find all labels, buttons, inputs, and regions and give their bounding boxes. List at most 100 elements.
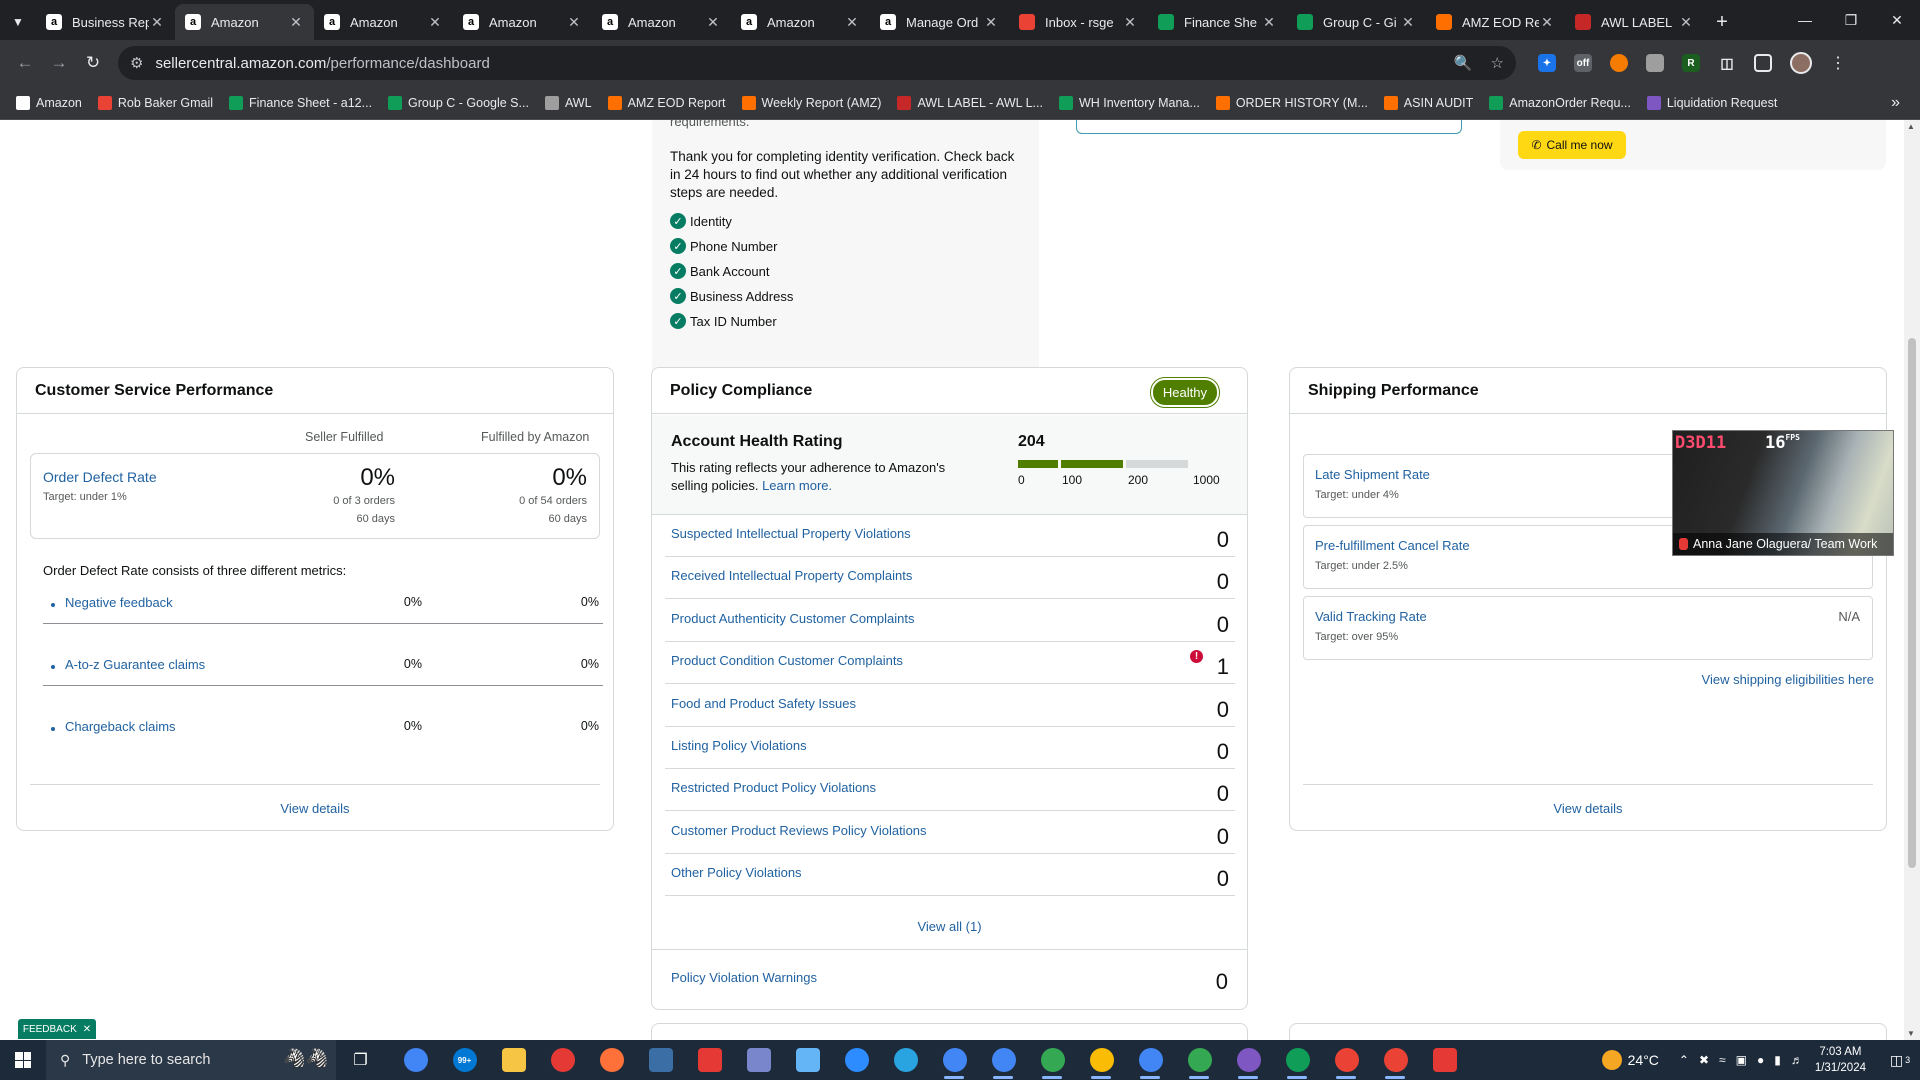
taskbar-app[interactable] bbox=[979, 1040, 1028, 1080]
taskbar-app[interactable] bbox=[881, 1040, 930, 1080]
violation-link[interactable]: Received Intellectual Property Complaint… bbox=[671, 568, 912, 583]
bookmark-item[interactable]: AWL LABEL - AWL L... bbox=[889, 95, 1051, 110]
learn-more-link[interactable]: Learn more. bbox=[762, 478, 832, 493]
extension-off-icon[interactable]: off bbox=[1574, 54, 1592, 72]
site-info-icon[interactable]: ⚙ bbox=[130, 54, 143, 72]
extension-icon[interactable] bbox=[1610, 54, 1628, 72]
violation-link[interactable]: Suspected Intellectual Property Violatio… bbox=[671, 526, 911, 541]
taskbar-app[interactable] bbox=[1126, 1040, 1175, 1080]
taskbar-app[interactable] bbox=[489, 1040, 538, 1080]
bookmark-item[interactable]: Finance Sheet - a12... bbox=[221, 95, 380, 110]
browser-tab[interactable]: a Amazon ✕ bbox=[175, 4, 314, 40]
violation-link[interactable]: Listing Policy Violations bbox=[671, 738, 807, 753]
bookmarks-overflow-icon[interactable]: » bbox=[1891, 94, 1912, 112]
violation-link[interactable]: Customer Product Reviews Policy Violatio… bbox=[671, 823, 927, 838]
webcam-overlay[interactable]: D3D11 16FPS Anna Jane Olaguera/ Team Wor… bbox=[1672, 430, 1894, 556]
extension-icon[interactable]: R bbox=[1682, 54, 1700, 72]
taskbar-app[interactable] bbox=[391, 1040, 440, 1080]
taskbar-app[interactable] bbox=[734, 1040, 783, 1080]
metric-link[interactable]: Chargeback claims bbox=[65, 719, 176, 734]
show-hidden-icons-icon[interactable]: ⌃ bbox=[1679, 1053, 1689, 1067]
task-view-icon[interactable]: ❐ bbox=[336, 1040, 385, 1080]
metric-link[interactable]: Negative feedback bbox=[65, 595, 173, 610]
page-scrollbar[interactable]: ▲ ▼ bbox=[1904, 120, 1920, 1040]
cs-view-details-link[interactable]: View details bbox=[17, 801, 613, 816]
taskbar-app[interactable] bbox=[930, 1040, 979, 1080]
feedback-button[interactable]: FEEDBACK ✕ bbox=[18, 1019, 96, 1039]
taskbar-app[interactable] bbox=[1077, 1040, 1126, 1080]
browser-tab[interactable]: Finance She ✕ bbox=[1148, 4, 1287, 40]
close-tab-icon[interactable]: ✕ bbox=[427, 14, 443, 31]
violation-link[interactable]: Other Policy Violations bbox=[671, 865, 802, 880]
windows-start-button[interactable] bbox=[0, 1040, 46, 1080]
notification-center-icon[interactable]: ◫ 3 bbox=[1880, 1040, 1920, 1080]
taskbar-search-box[interactable]: ⚲ Type here to search 🦓🦓 bbox=[46, 1040, 336, 1080]
bookmark-item[interactable]: Amazon bbox=[8, 95, 90, 110]
bookmark-item[interactable]: ASIN AUDIT bbox=[1376, 95, 1481, 110]
menu-kebab-icon[interactable]: ⋮ bbox=[1830, 53, 1846, 73]
bookmark-item[interactable]: WH Inventory Mana... bbox=[1051, 95, 1208, 110]
bookmark-item[interactable]: Group C - Google S... bbox=[380, 95, 537, 110]
new-tab-button[interactable]: + bbox=[1704, 4, 1740, 40]
taskbar-app[interactable] bbox=[685, 1040, 734, 1080]
browser-tab[interactable]: a Amazon ✕ bbox=[731, 4, 870, 40]
violation-link[interactable]: Food and Product Safety Issues bbox=[671, 696, 856, 711]
taskbar-app[interactable] bbox=[1371, 1040, 1420, 1080]
scroll-down-icon[interactable]: ▼ bbox=[1907, 1029, 1915, 1038]
taskbar-app[interactable] bbox=[587, 1040, 636, 1080]
sp-view-details-link[interactable]: View details bbox=[1290, 801, 1886, 816]
extensions-puzzle-icon[interactable]: ◫ bbox=[1718, 54, 1736, 72]
order-defect-rate-link[interactable]: Order Defect Rate bbox=[43, 469, 157, 485]
shipping-eligibilities-link[interactable]: View shipping eligibilities here bbox=[1702, 672, 1874, 687]
close-tab-icon[interactable]: ✕ bbox=[983, 14, 999, 31]
close-tab-icon[interactable]: ✕ bbox=[1122, 14, 1138, 31]
taskbar-app[interactable] bbox=[1175, 1040, 1224, 1080]
extension-icon[interactable]: ✦ bbox=[1538, 54, 1556, 72]
clock[interactable]: 7:03 AM 1/31/2024 bbox=[1815, 1044, 1866, 1076]
view-all-link[interactable]: View all (1) bbox=[652, 919, 1247, 934]
close-icon[interactable]: ✕ bbox=[83, 1024, 91, 1035]
close-tab-icon[interactable]: ✕ bbox=[1678, 14, 1694, 31]
address-bar[interactable]: ⚙ sellercentral.amazon.com/performance/d… bbox=[118, 46, 1516, 80]
profile-avatar[interactable] bbox=[1790, 52, 1812, 74]
back-icon[interactable]: ← bbox=[8, 46, 42, 80]
close-tab-icon[interactable]: ✕ bbox=[1261, 14, 1277, 31]
close-tab-icon[interactable]: ✕ bbox=[844, 14, 860, 31]
volume-icon[interactable]: ♬ bbox=[1791, 1053, 1803, 1067]
close-tab-icon[interactable]: ✕ bbox=[1400, 14, 1416, 31]
close-tab-icon[interactable]: ✕ bbox=[1539, 14, 1555, 31]
browser-tab[interactable]: a Amazon ✕ bbox=[592, 4, 731, 40]
browser-tab[interactable]: Group C - Gi ✕ bbox=[1287, 4, 1426, 40]
tab-search-icon[interactable]: ▼ bbox=[0, 4, 36, 40]
bookmark-item[interactable]: Liquidation Request bbox=[1639, 95, 1786, 110]
browser-tab[interactable]: a Amazon ✕ bbox=[314, 4, 453, 40]
shipping-metric-link[interactable]: Pre-fulfillment Cancel Rate bbox=[1315, 538, 1470, 553]
browser-tab[interactable]: a Manage Ord ✕ bbox=[870, 4, 1009, 40]
taskbar-app[interactable] bbox=[1420, 1040, 1469, 1080]
taskbar-app[interactable] bbox=[538, 1040, 587, 1080]
bookmark-star-icon[interactable]: ☆ bbox=[1491, 54, 1504, 72]
browser-tab[interactable]: Inbox - rsge ✕ bbox=[1009, 4, 1148, 40]
scrollbar-thumb[interactable] bbox=[1908, 338, 1916, 868]
browser-tab[interactable]: a Business Rep ✕ bbox=[36, 4, 175, 40]
close-tab-icon[interactable]: ✕ bbox=[566, 14, 582, 31]
taskbar-app[interactable] bbox=[1322, 1040, 1371, 1080]
bookmark-item[interactable]: Weekly Report (AMZ) bbox=[734, 95, 890, 110]
taskbar-app[interactable] bbox=[1273, 1040, 1322, 1080]
bookmark-item[interactable]: ORDER HISTORY (M... bbox=[1208, 95, 1376, 110]
shipping-metric-link[interactable]: Late Shipment Rate bbox=[1315, 467, 1430, 482]
bookmark-item[interactable]: AmazonOrder Requ... bbox=[1481, 95, 1639, 110]
taskbar-app[interactable] bbox=[832, 1040, 881, 1080]
policy-violation-warnings-link[interactable]: Policy Violation Warnings bbox=[671, 970, 817, 985]
wifi-icon[interactable]: ≈ bbox=[1719, 1053, 1726, 1067]
forward-icon[interactable]: → bbox=[42, 46, 76, 80]
bookmark-item[interactable]: AWL bbox=[537, 95, 600, 110]
shipping-metric-link[interactable]: Valid Tracking Rate bbox=[1315, 609, 1427, 624]
violation-link[interactable]: Product Condition Customer Complaints bbox=[671, 653, 903, 668]
network-off-icon[interactable]: ✖ bbox=[1699, 1053, 1709, 1067]
browser-tab[interactable]: a Amazon ✕ bbox=[453, 4, 592, 40]
browser-tab[interactable]: AMZ EOD Re ✕ bbox=[1426, 4, 1565, 40]
bookmark-item[interactable]: AMZ EOD Report bbox=[600, 95, 734, 110]
close-tab-icon[interactable]: ✕ bbox=[705, 14, 721, 31]
bookmark-item[interactable]: Rob Baker Gmail bbox=[90, 95, 221, 110]
